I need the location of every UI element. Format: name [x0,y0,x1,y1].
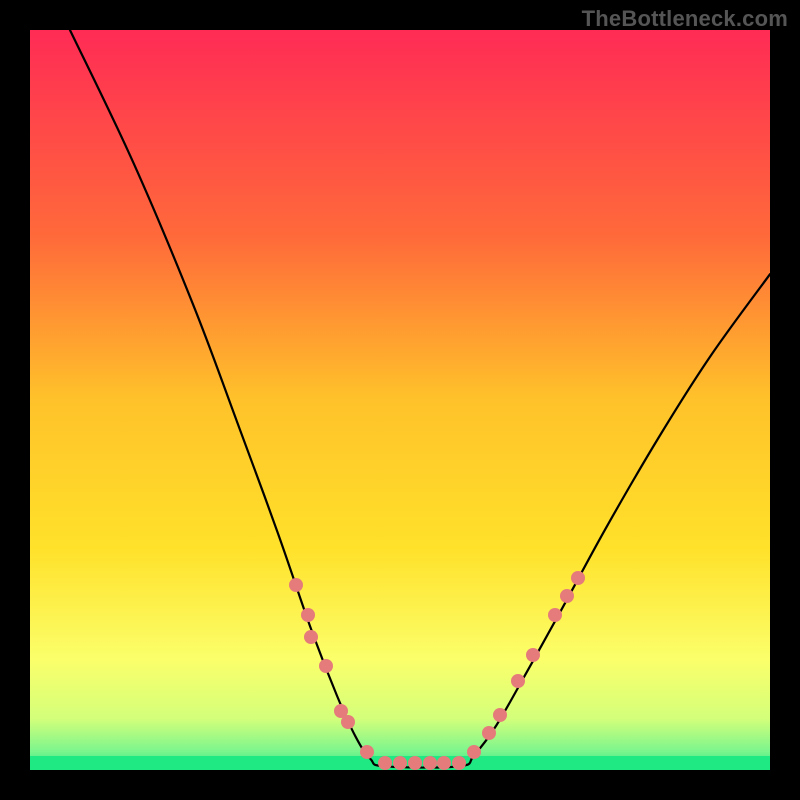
data-point [452,756,466,770]
data-point [423,756,437,770]
data-point [341,715,355,729]
data-point [467,745,481,759]
data-point [560,589,574,603]
watermark-text: TheBottleneck.com [582,6,788,32]
data-point [360,745,374,759]
data-point [437,756,451,770]
data-point [378,756,392,770]
data-point [571,571,585,585]
data-point [548,608,562,622]
data-point [493,708,507,722]
bottleneck-curve [30,30,770,770]
data-point [393,756,407,770]
plot-area [30,30,770,770]
chart-frame: TheBottleneck.com [0,0,800,800]
data-point [304,630,318,644]
data-point [408,756,422,770]
data-point [301,608,315,622]
data-point [482,726,496,740]
